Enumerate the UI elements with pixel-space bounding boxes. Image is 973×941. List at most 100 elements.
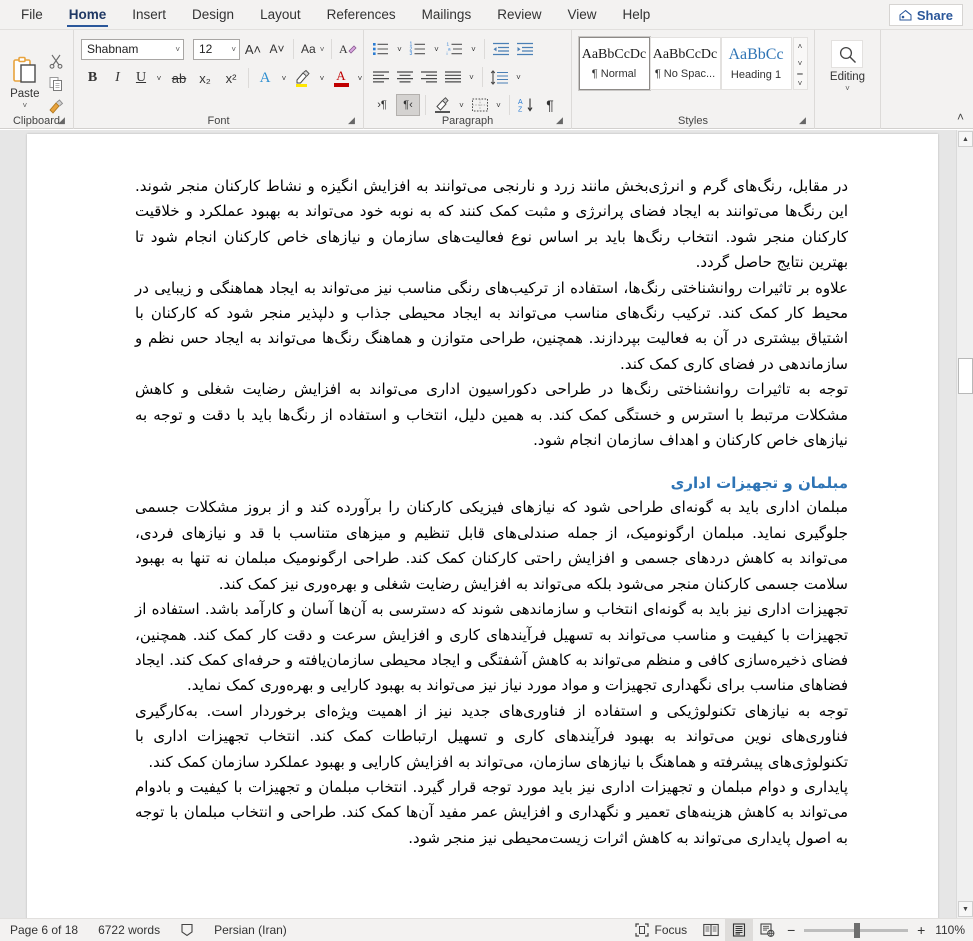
line-spacing-button[interactable] — [488, 66, 511, 88]
cut-button[interactable] — [47, 52, 65, 70]
tab-design[interactable]: Design — [179, 0, 247, 29]
bold-label: B — [87, 70, 98, 85]
styles-scroll-up-icon[interactable]: ˄ — [794, 38, 807, 55]
document-page[interactable]: در مقابل، رنگ‌های گرم و انرژی‌بخش مانند … — [27, 134, 938, 918]
styles-dialog-launcher[interactable]: ◢ — [799, 115, 810, 126]
tab-layout[interactable]: Layout — [247, 0, 314, 29]
numbering-caret[interactable]: ˅ — [431, 38, 442, 60]
copy-button[interactable] — [47, 75, 65, 93]
zoom-slider-thumb[interactable] — [854, 922, 861, 938]
focus-mode-button[interactable]: Focus — [625, 919, 698, 941]
shading-caret[interactable]: ˅ — [456, 94, 467, 116]
font-size-input[interactable]: 12 ˅ — [193, 38, 240, 60]
paste-caret-icon[interactable]: ˅ — [22, 101, 27, 110]
editing-button[interactable]: Editing ˅ — [830, 34, 865, 93]
style-no-spacing[interactable]: AaBbCcDc ¶ No Spac... — [649, 37, 721, 90]
font-dialog-launcher[interactable]: ◢ — [348, 115, 359, 126]
italic-button[interactable]: I — [106, 67, 129, 89]
page-indicator[interactable]: Page 6 of 18 — [0, 919, 88, 941]
zoom-out-button[interactable]: − — [785, 922, 797, 938]
shrink-font-button[interactable]: A˅ — [266, 38, 288, 60]
tab-view[interactable]: View — [554, 0, 609, 29]
tab-review[interactable]: Review — [484, 0, 554, 29]
print-layout-button[interactable] — [725, 918, 754, 941]
clear-formatting-button[interactable]: A — [337, 38, 359, 60]
tab-view-label: View — [567, 7, 597, 22]
scroll-up-button[interactable]: ▲ — [958, 131, 973, 147]
vertical-scrollbar[interactable]: ▲ ▼ — [956, 130, 973, 918]
justify-caret[interactable]: ˅ — [466, 66, 477, 88]
highlight-button[interactable] — [292, 67, 314, 89]
ltr-text-direction-button[interactable]: ›¶ — [370, 94, 394, 116]
change-case-button[interactable]: Aa ˅ — [299, 38, 326, 60]
justify-button[interactable] — [442, 66, 464, 88]
format-painter-button[interactable] — [47, 98, 65, 116]
underline-button[interactable]: U — [131, 67, 151, 89]
pilcrow-icon: ¶ — [546, 97, 554, 113]
editing-caret-icon[interactable]: ˅ — [845, 84, 850, 93]
paragraph-dialog-launcher[interactable]: ◢ — [556, 115, 567, 126]
grow-font-button[interactable]: A˄ — [242, 38, 264, 60]
decrease-indent-button[interactable] — [490, 38, 512, 60]
tab-mailings[interactable]: Mailings — [409, 0, 485, 29]
borders-caret[interactable]: ˅ — [493, 94, 504, 116]
text-effects-caret[interactable]: ˅ — [278, 67, 290, 89]
increase-indent-button[interactable] — [514, 38, 536, 60]
bullets-button[interactable] — [370, 38, 392, 60]
tab-references[interactable]: References — [314, 0, 409, 29]
collapse-ribbon-button[interactable]: ˄ — [957, 110, 964, 124]
styles-scroll-down-icon[interactable]: ˅ — [794, 55, 807, 72]
bullets-caret[interactable]: ˅ — [394, 38, 405, 60]
text-effects-button[interactable]: A — [254, 67, 276, 89]
language-indicator[interactable]: Persian (Iran) — [204, 919, 297, 941]
paste-button[interactable]: Paste ˅ — [5, 53, 45, 110]
subscript-button[interactable]: x₂ — [193, 67, 217, 89]
line-spacing-caret[interactable]: ˅ — [513, 66, 524, 88]
chevron-down-icon[interactable]: ˅ — [316, 45, 325, 54]
tab-home[interactable]: Home — [56, 0, 120, 29]
clipboard-dialog-launcher[interactable]: ◢ — [58, 115, 69, 126]
align-center-button[interactable] — [394, 66, 416, 88]
shading-button[interactable] — [431, 94, 454, 116]
zoom-level-label[interactable]: 110% — [935, 923, 973, 937]
bold-button[interactable]: B — [81, 67, 104, 89]
superscript-button[interactable]: x² — [219, 67, 243, 89]
share-button[interactable]: Share — [888, 4, 963, 26]
align-right-button[interactable] — [418, 66, 440, 88]
styles-scrollbar[interactable]: ˄ ˅ ▔ ˅ — [792, 37, 808, 90]
web-layout-button[interactable] — [753, 919, 781, 941]
strikethrough-button[interactable]: ab — [167, 67, 191, 89]
read-mode-button[interactable] — [697, 919, 725, 941]
underline-options-caret[interactable]: ˅ — [153, 67, 165, 89]
tab-insert[interactable]: Insert — [119, 0, 179, 29]
tab-help[interactable]: Help — [610, 0, 664, 29]
document-body[interactable]: در مقابل، رنگ‌های گرم و انرژی‌بخش مانند … — [27, 134, 938, 851]
font-color-button[interactable]: A — [330, 67, 352, 89]
multilevel-list-caret[interactable]: ˅ — [468, 38, 479, 60]
font-name-input[interactable]: Shabnam ˅ — [81, 38, 184, 60]
style-heading-1[interactable]: AaBbCс Heading 1 — [720, 37, 792, 90]
scroll-down-button[interactable]: ▼ — [958, 901, 973, 917]
document-canvas[interactable]: در مقابل، رنگ‌های گرم و انرژی‌بخش مانند … — [0, 130, 973, 918]
sort-button[interactable]: AZ — [515, 94, 537, 116]
multilevel-list-button[interactable]: 1ai — [444, 38, 466, 60]
tab-file[interactable]: File — [8, 0, 56, 29]
scrollbar-thumb[interactable] — [958, 358, 973, 394]
zoom-control[interactable]: − + — [781, 922, 935, 938]
style-normal[interactable]: AaBbCcDc ¶ Normal — [577, 36, 651, 91]
align-left-button[interactable] — [370, 66, 392, 88]
highlight-caret[interactable]: ˅ — [316, 67, 328, 89]
share-icon — [899, 9, 912, 21]
zoom-slider[interactable] — [804, 922, 909, 938]
show-formatting-marks-button[interactable]: ¶ — [539, 94, 561, 116]
borders-button[interactable] — [469, 94, 491, 116]
word-count[interactable]: 6722 words — [88, 919, 170, 941]
chevron-down-icon[interactable]: ˅ — [171, 45, 180, 54]
chevron-down-icon[interactable]: ˅ — [227, 45, 236, 54]
proofing-status[interactable] — [170, 919, 204, 941]
ribbon-group-paragraph: ˅ 123 ˅ 1ai ˅ ˅ ˅ ›¶ ¶‹ ˅ ˅ A Z ¶ Paragr… — [364, 30, 572, 129]
styles-more-icon[interactable]: ▔ ˅ — [794, 72, 807, 89]
rtl-text-direction-button[interactable]: ¶‹ — [396, 94, 420, 116]
zoom-in-button[interactable]: + — [915, 922, 927, 938]
numbering-button[interactable]: 123 — [407, 38, 429, 60]
